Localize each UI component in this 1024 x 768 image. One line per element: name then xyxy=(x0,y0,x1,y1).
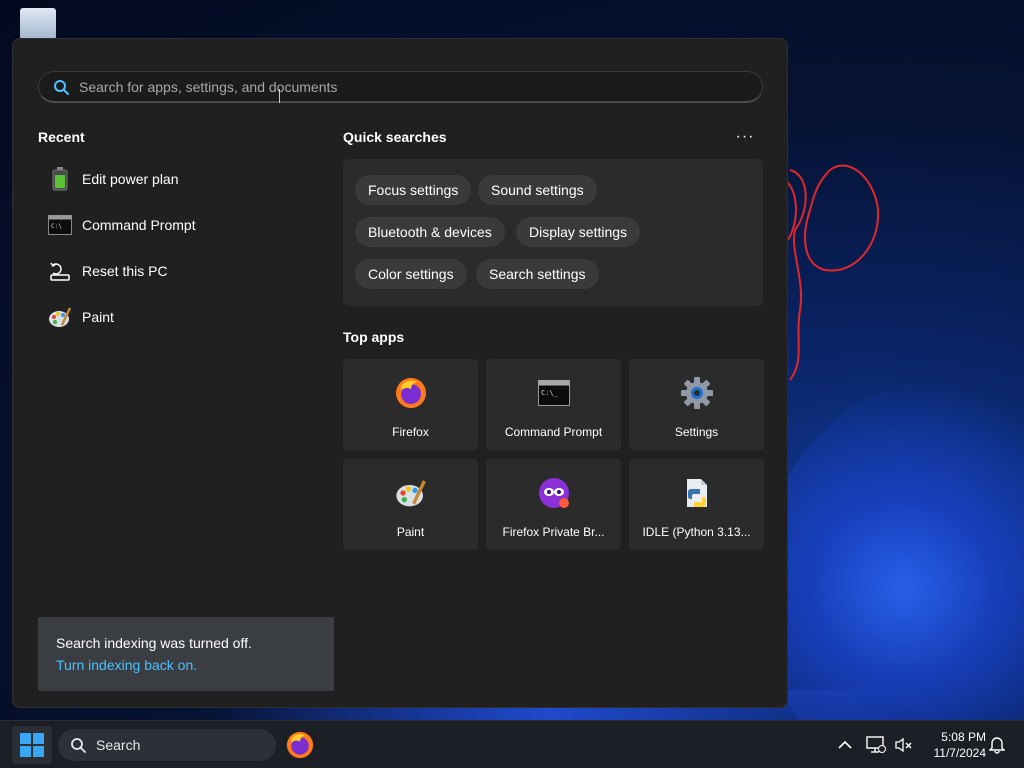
search-flyout: Recent Edit power plan C:\ Command Promp… xyxy=(12,38,788,708)
quick-searches-panel: Focus settings Sound settings Bluetooth … xyxy=(343,159,763,306)
search-box[interactable] xyxy=(38,71,763,103)
recent-title: Recent xyxy=(38,129,85,145)
chip-search-settings[interactable]: Search settings xyxy=(476,259,599,289)
network-button[interactable] xyxy=(864,721,888,768)
gear-icon xyxy=(680,377,713,409)
paint-palette-icon xyxy=(48,305,72,329)
top-apps-title: Top apps xyxy=(343,329,405,345)
app-tile-paint[interactable]: Paint xyxy=(343,459,478,550)
reset-pc-icon xyxy=(48,259,72,283)
indexing-notice: Search indexing was turned off. Turn ind… xyxy=(38,617,334,691)
search-icon xyxy=(54,79,69,95)
app-tile-settings[interactable]: Settings xyxy=(629,359,764,450)
firefox-icon xyxy=(286,731,314,759)
network-disconnected-icon xyxy=(866,736,886,753)
taskbar-search-label: Search xyxy=(96,737,141,753)
clock-date: 11/7/2024 xyxy=(933,746,987,760)
recent-item-label: Reset this PC xyxy=(82,263,168,279)
recent-item-paint[interactable]: Paint xyxy=(38,297,318,337)
windows-logo-icon xyxy=(20,733,44,757)
start-button[interactable] xyxy=(12,726,52,764)
firefox-icon xyxy=(395,377,427,409)
chip-bluetooth-devices[interactable]: Bluetooth & devices xyxy=(355,217,505,247)
wallpaper-bloom xyxy=(760,380,1024,720)
chip-sound-settings[interactable]: Sound settings xyxy=(478,175,597,205)
turn-indexing-on-link[interactable]: Turn indexing back on. xyxy=(56,657,197,673)
recycle-bin-icon[interactable] xyxy=(20,8,56,42)
svg-text:C:\: C:\ xyxy=(51,223,62,230)
taskbar-search[interactable]: Search xyxy=(58,729,276,761)
recent-item-label: Paint xyxy=(82,309,114,325)
taskbar: Search 5:08 PM 11/7/2024 xyxy=(0,720,1024,768)
chip-display-settings[interactable]: Display settings xyxy=(516,217,641,247)
app-tile-label: IDLE (Python 3.13... xyxy=(642,525,751,539)
chip-color-settings[interactable]: Color settings xyxy=(355,259,467,289)
show-hidden-icons-button[interactable] xyxy=(834,721,856,768)
volume-button[interactable] xyxy=(892,721,916,768)
volume-muted-icon xyxy=(895,737,912,753)
recent-item-reset-this-pc[interactable]: Reset this PC xyxy=(38,251,318,291)
battery-icon xyxy=(48,167,72,191)
bell-icon xyxy=(989,737,1005,754)
quick-searches-title: Quick searches xyxy=(343,129,447,145)
chip-focus-settings[interactable]: Focus settings xyxy=(355,175,472,205)
red-scribble-drawing xyxy=(784,164,880,381)
recent-item-label: Edit power plan xyxy=(82,171,179,187)
recent-item-edit-power-plan[interactable]: Edit power plan xyxy=(38,159,318,199)
recent-item-label: Command Prompt xyxy=(82,217,196,233)
search-icon xyxy=(71,738,86,753)
app-tile-label: Command Prompt xyxy=(504,425,603,439)
recent-item-command-prompt[interactable]: C:\ Command Prompt xyxy=(38,205,318,245)
app-tile-firefox-private[interactable]: Firefox Private Br... xyxy=(486,459,621,550)
terminal-icon: C:\ xyxy=(48,213,72,237)
paint-palette-icon xyxy=(395,477,427,509)
firefox-private-icon xyxy=(538,477,570,509)
app-tile-firefox[interactable]: Firefox xyxy=(343,359,478,450)
app-tile-label: Firefox xyxy=(392,425,429,439)
text-cursor xyxy=(279,89,280,103)
search-input[interactable] xyxy=(79,78,762,95)
clock-time: 5:08 PM xyxy=(941,730,986,744)
app-tile-label: Firefox Private Br... xyxy=(502,525,605,539)
indexing-notice-message: Search indexing was turned off. xyxy=(56,635,252,651)
app-tile-label: Settings xyxy=(674,425,719,439)
app-tile-idle-python[interactable]: IDLE (Python 3.13... xyxy=(629,459,764,550)
taskbar-clock[interactable]: 5:08 PM 11/7/2024 xyxy=(920,729,987,761)
notifications-button[interactable] xyxy=(986,721,1008,768)
terminal-icon: C:\_ xyxy=(537,377,570,409)
app-tile-command-prompt[interactable]: C:\_ Command Prompt xyxy=(486,359,621,450)
taskbar-firefox-button[interactable] xyxy=(286,731,314,759)
app-tile-label: Paint xyxy=(396,525,425,539)
python-idle-icon xyxy=(681,477,713,509)
more-options-button[interactable]: ··· xyxy=(733,127,757,147)
chevron-up-icon xyxy=(838,740,852,749)
svg-text:C:\_: C:\_ xyxy=(541,389,559,397)
